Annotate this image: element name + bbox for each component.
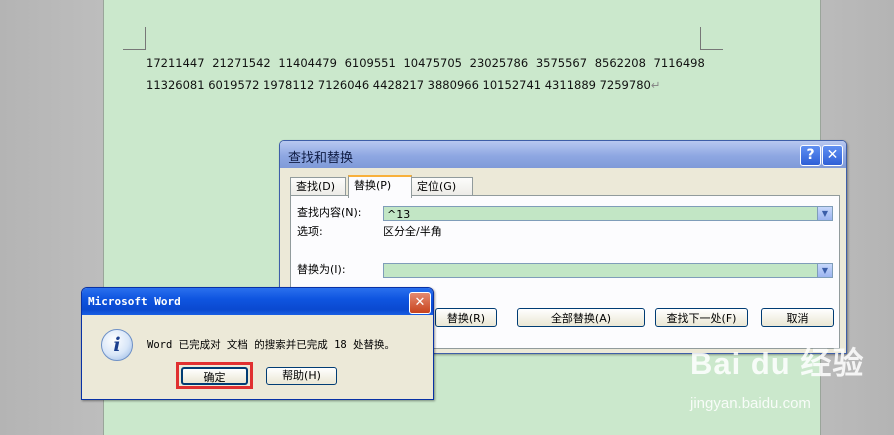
tab-replace[interactable]: 替换(P) [348,175,412,198]
watermark-url: jingyan.baidu.com [690,395,811,412]
help-button[interactable]: ? [800,145,821,166]
replace-with-label: 替换为(I): [297,263,346,276]
find-next-button[interactable]: 查找下一处(F) [655,308,748,327]
message-help-button[interactable]: 帮助(H) [266,367,337,385]
tab-goto[interactable]: 定位(G) [411,177,473,196]
message-text: Word 已完成对 文档 的搜索并已完成 18 处替换。 [147,339,396,351]
replace-with-input[interactable]: ▼ [383,263,833,278]
tab-find[interactable]: 查找(D) [290,177,346,196]
chevron-down-icon[interactable]: ▼ [817,207,832,220]
crop-mark-top-left [123,27,146,50]
paragraph-mark-icon: ↵ [650,78,661,92]
message-box-body: i Word 已完成对 文档 的搜索并已完成 18 处替换。 确定 帮助(H) [85,315,430,396]
find-what-value: ^13 [387,208,411,221]
document-text-line-2[interactable]: 11326081 6019572 1978112 7126046 4428217… [146,78,660,92]
find-replace-title: 查找和替换 [288,151,354,166]
find-what-label: 查找内容(N): [297,206,362,219]
options-value: 区分全/半角 [383,225,442,238]
cancel-button[interactable]: 取消 [761,308,834,327]
message-box-title: Microsoft Word [88,295,181,308]
options-label: 选项: [297,225,323,238]
replace-all-button[interactable]: 全部替换(A) [517,308,645,327]
chevron-down-icon[interactable]: ▼ [817,264,832,277]
info-icon: i [101,329,133,361]
watermark-logo: Bai du 经验 [690,346,865,381]
crop-mark-top-right [700,27,723,50]
word-message-box: Microsoft Word ✕ i Word 已完成对 文档 的搜索并已完成 … [81,287,434,400]
document-text-line-2-content[interactable]: 11326081 6019572 1978112 7126046 4428217… [146,78,651,92]
ok-button[interactable]: 确定 [181,367,248,385]
find-replace-titlebar[interactable]: 查找和替换 ? ✕ [280,141,846,168]
close-icon[interactable]: ✕ [409,292,431,314]
replace-button[interactable]: 替换(R) [435,308,497,327]
baidu-jingyan-watermark: Bai du 经验 jingyan.baidu.com [684,338,884,428]
document-text-line-1[interactable]: 17211447 21271542 11404479 6109551 10475… [146,56,705,70]
message-box-titlebar[interactable]: Microsoft Word ✕ [82,288,433,315]
close-button[interactable]: ✕ [822,145,843,166]
find-what-input[interactable]: ^13 ▼ [383,206,833,221]
